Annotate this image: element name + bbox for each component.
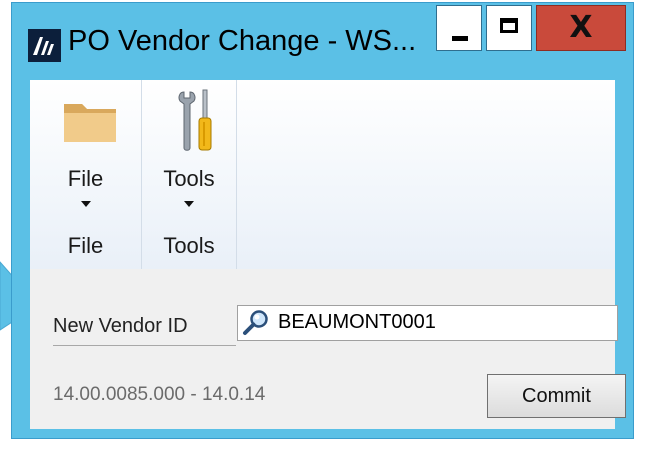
ribbon: File File Tools Tools	[30, 80, 615, 270]
chevron-down-icon	[184, 201, 194, 207]
new-vendor-id-field[interactable]: BEAUMONT0001	[237, 305, 618, 341]
new-vendor-id-label: New Vendor ID	[53, 315, 188, 337]
chevron-down-icon	[80, 201, 91, 207]
minimize-button[interactable]	[436, 5, 482, 51]
ribbon-group-file: File File	[30, 80, 142, 269]
folder-icon	[64, 104, 116, 142]
close-button[interactable]: X	[536, 5, 626, 51]
close-icon: X	[569, 10, 593, 45]
form-area: New Vendor ID BEAUMONT0001 14.00.0085.00…	[30, 269, 626, 429]
app-logo-icon	[28, 29, 61, 62]
version-text: 14.00.0085.000 - 14.0.14	[53, 384, 266, 405]
file-group-label: File	[67, 233, 104, 258]
screen: PO Vendor Change - WS... X File File Too…	[0, 0, 645, 449]
tools-icon	[178, 89, 212, 151]
tools-group-label: Tools	[163, 233, 215, 258]
maximize-icon	[500, 18, 518, 33]
tools-menu-button[interactable]: Tools	[142, 80, 236, 220]
file-menu-button[interactable]: File	[30, 80, 141, 220]
file-button-label: File	[67, 166, 104, 191]
minimize-icon	[452, 36, 468, 41]
window-title: PO Vendor Change - WS...	[68, 25, 417, 57]
vendor-change-window: PO Vendor Change - WS... X File File Too…	[11, 2, 634, 439]
tools-button-label: Tools	[163, 166, 215, 191]
lookup-icon[interactable]	[242, 309, 270, 337]
maximize-button[interactable]	[486, 5, 532, 51]
commit-button[interactable]: Commit	[487, 374, 626, 418]
title-bar[interactable]: PO Vendor Change - WS... X	[12, 3, 633, 79]
ribbon-group-tools: Tools Tools	[142, 80, 237, 269]
new-vendor-id-value[interactable]: BEAUMONT0001	[278, 311, 436, 334]
label-divider	[53, 345, 236, 346]
